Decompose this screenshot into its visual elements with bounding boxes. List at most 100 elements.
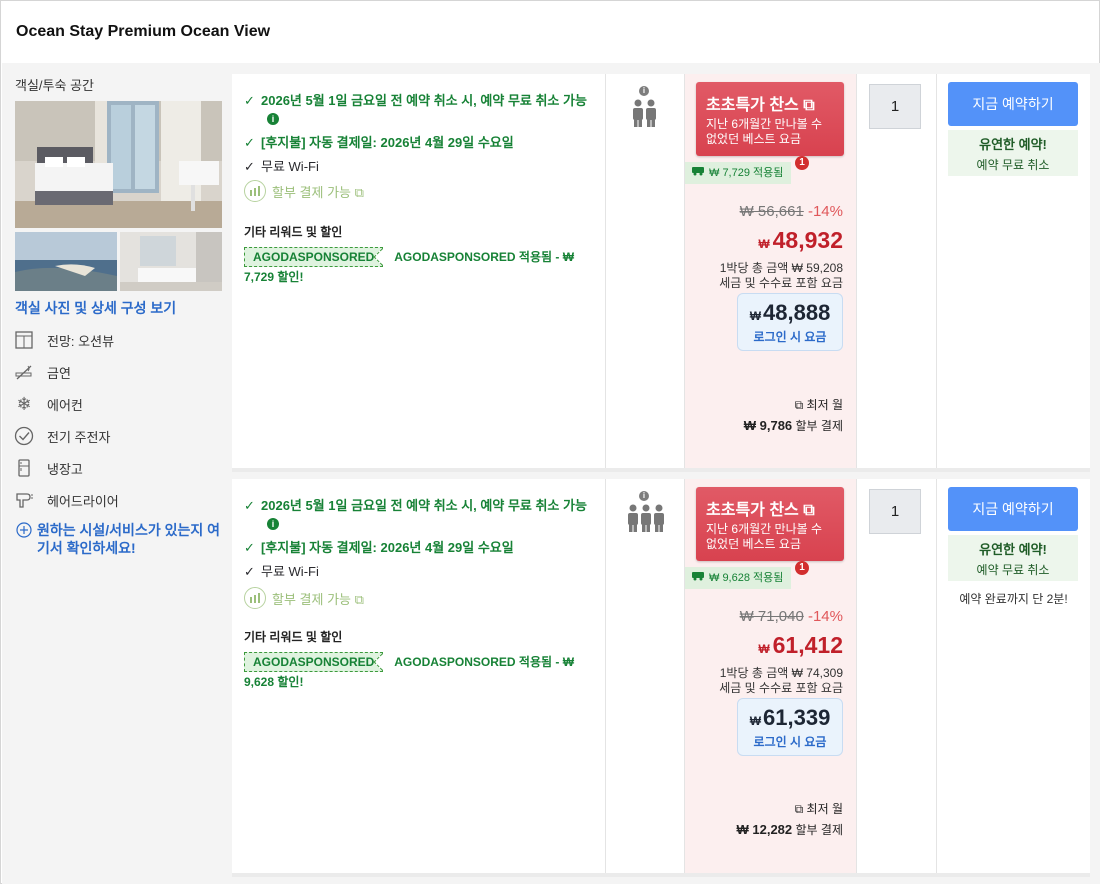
- cancel-policy: ✓ 2026년 5월 1일 금요일 전 예약 취소 시, 예약 무료 취소 가능…: [244, 92, 601, 128]
- check-icon: ✓: [244, 540, 255, 555]
- flexible-booking-box: 유연한 예약! 예약 무료 취소: [948, 535, 1078, 581]
- booking-cell: 지금 예약하기 유연한 예약! 예약 무료 취소 예약 완료까지 단 2분!: [937, 479, 1090, 873]
- deal-badge[interactable]: 초초특가 찬스 ⧉ 지난 6개월간 만나볼 수 없었던 베스트 요금: [696, 82, 844, 156]
- offer-row: ✓ 2026년 5월 1일 금요일 전 예약 취소 시, 예약 무료 취소 가능…: [232, 479, 1090, 873]
- wifi-text: 무료 Wi-Fi: [261, 159, 319, 174]
- flexible-booking-box: 유연한 예약! 예약 무료 취소: [948, 130, 1078, 176]
- monthly-label: ⧉ 최저 월: [794, 802, 843, 816]
- installment-link[interactable]: 할부 결제 가능 ⧉: [244, 587, 364, 609]
- installment-link[interactable]: 할부 결제 가능 ⧉: [244, 180, 364, 202]
- login-price-box[interactable]: ₩61,339 로그인 시 요금: [737, 698, 843, 756]
- coupon-icon: [691, 162, 705, 184]
- per-night-info: 1박당 총 금액 ₩ 74,309 세금 및 수수료 포함 요금: [719, 666, 843, 696]
- deal-subtitle: 지난 6개월간 만나볼 수 없었던 베스트 요금: [706, 522, 823, 551]
- login-price-box[interactable]: ₩48,888 로그인 시 요금: [737, 293, 843, 351]
- book-now-button[interactable]: 지금 예약하기: [948, 487, 1078, 531]
- cancel-policy-text: 2026년 5월 1일 금요일 전 예약 취소 시, 예약 무료 취소 가능: [261, 93, 587, 108]
- discount-applied: ₩ 7,729 적용됨: [685, 162, 792, 184]
- room-title: Ocean Stay Premium Ocean View: [16, 23, 271, 40]
- deal-badge[interactable]: 초초특가 찬스 ⧉ 지난 6개월간 만나볼 수 없었던 베스트 요금: [696, 487, 844, 561]
- strikethrough-price: ₩ 56,661: [739, 203, 804, 220]
- pay-later: ✓ [후지불] 자동 결제일: 2026년 4월 29일 수요일: [244, 134, 514, 152]
- quantity-cell: 1: [857, 479, 937, 873]
- amenity-kettle: 전기 주전자: [14, 426, 110, 446]
- flexible-subtitle: 예약 무료 취소: [976, 563, 1050, 577]
- taxes-note: 세금 및 수수료 포함 요금: [719, 681, 843, 695]
- amenity-view: 전망: 오션뷰: [14, 330, 114, 350]
- occupancy-icon: [632, 98, 658, 128]
- login-price: ₩61,339: [738, 705, 842, 731]
- info-icon[interactable]: i: [639, 86, 649, 96]
- deal-title: 초초특가 찬스 ⧉: [706, 502, 815, 519]
- info-icon[interactable]: i: [639, 491, 649, 501]
- deal-title: 초초특가 찬스 ⧉: [706, 97, 815, 114]
- occupancy-cell: i: [606, 74, 685, 468]
- fridge-icon: [14, 458, 34, 478]
- monthly-label: ⧉ 최저 월: [794, 398, 843, 412]
- flexible-title: 유연한 예약!: [979, 137, 1047, 152]
- check-icon: ✓: [244, 564, 255, 579]
- promo: AGODASPONSORED AGODASPONSORED 적용됨 - ₩ 7,…: [244, 247, 589, 287]
- discount-applied: ₩ 9,628 적용됨: [685, 567, 792, 589]
- discount-percent: -14%: [807, 203, 843, 220]
- cancel-policy-text: 2026년 5월 1일 금요일 전 예약 취소 시, 예약 무료 취소 가능: [261, 498, 587, 513]
- check-icon: ✓: [244, 498, 255, 513]
- window-icon: [14, 330, 34, 350]
- final-price: ₩48,932: [758, 227, 843, 254]
- facility-check-link[interactable]: 원하는 시설/서비스가 있는지 여기서 확인하세요!: [16, 521, 227, 557]
- amenity-label: 냉장고: [47, 461, 83, 477]
- info-icon[interactable]: i: [267, 113, 279, 125]
- room-photo-main[interactable]: [15, 101, 222, 228]
- quantity-cell: 1: [857, 74, 937, 468]
- taxes-note: 세금 및 수수료 포함 요금: [719, 276, 843, 290]
- amenity-no-smoking: 금연: [14, 362, 71, 382]
- price-cell: 초초특가 찬스 ⧉ 지난 6개월간 만나볼 수 없었던 베스트 요금 ₩ 9,6…: [685, 479, 857, 873]
- rewards-heading: 기타 리워드 및 할인: [244, 225, 343, 239]
- amenity-label: 전망: 오션뷰: [47, 333, 115, 349]
- no-smoking-icon: [14, 362, 34, 382]
- final-price: ₩61,412: [758, 632, 843, 659]
- wifi: ✓ 무료 Wi-Fi: [244, 158, 319, 176]
- installment-text: 할부 결제 가능 ⧉: [272, 591, 364, 607]
- login-price-label: 로그인 시 요금: [753, 735, 827, 749]
- offer-conditions: ✓ 2026년 5월 1일 금요일 전 예약 취소 시, 예약 무료 취소 가능…: [232, 479, 606, 873]
- pay-later: ✓ [후지불] 자동 결제일: 2026년 4월 29일 수요일: [244, 539, 514, 557]
- facility-check-text: 원하는 시설/서비스가 있는지 여기서 확인하세요!: [37, 522, 220, 556]
- promo-tag: AGODASPONSORED: [244, 247, 384, 267]
- room-photos-link[interactable]: 객실 사진 및 상세 구성 보기: [15, 298, 176, 318]
- room-info-panel: 객실/투숙 공간 객실 사진 및 상세 구성 보기 전망: 오션뷰 금연 ❄ 에…: [2, 63, 231, 884]
- hairdryer-icon: [14, 490, 34, 510]
- room-quantity-select[interactable]: 1: [869, 489, 921, 534]
- booking-cell: 지금 예약하기 유연한 예약! 예약 무료 취소: [937, 74, 1090, 468]
- kettle-icon: [14, 426, 34, 446]
- room-photo-view[interactable]: [15, 232, 117, 291]
- promo: AGODASPONSORED AGODASPONSORED 적용됨 - ₩ 9,…: [244, 652, 589, 692]
- original-price: ₩ 71,040 -14%: [740, 608, 843, 625]
- installment-icon: [244, 180, 266, 202]
- login-price-value: 61,339: [763, 705, 831, 730]
- amenity-fridge: 냉장고: [14, 458, 83, 478]
- currency-symbol: ₩: [758, 237, 770, 251]
- notification-badge: 1: [795, 156, 809, 170]
- promo-tag: AGODASPONSORED: [244, 652, 384, 672]
- login-price: ₩48,888: [738, 300, 842, 326]
- strikethrough-price: ₩ 71,040: [739, 608, 804, 625]
- monthly-installment[interactable]: ⧉ 최저 월 ₩ 9,786 할부 결제: [744, 396, 843, 434]
- per-night-total: 1박당 총 금액 ₩ 59,208: [719, 261, 843, 275]
- room-quantity-select[interactable]: 1: [869, 84, 921, 129]
- room-card: Ocean Stay Premium Ocean View 객실/투숙 공간 객…: [0, 0, 1100, 884]
- currency-symbol: ₩: [758, 642, 770, 656]
- offer-conditions: ✓ 2026년 5월 1일 금요일 전 예약 취소 시, 예약 무료 취소 가능…: [232, 74, 606, 468]
- rewards-heading: 기타 리워드 및 할인: [244, 630, 343, 644]
- room-photo-bathroom[interactable]: [120, 232, 222, 291]
- info-icon[interactable]: i: [267, 518, 279, 530]
- discount-percent: -14%: [807, 608, 843, 625]
- plus-circle-icon: [16, 522, 32, 557]
- login-price-label: 로그인 시 요금: [753, 330, 827, 344]
- occupancy-cell: i: [606, 479, 685, 873]
- pay-later-text: [후지불] 자동 결제일: 2026년 4월 29일 수요일: [261, 540, 514, 555]
- book-now-button[interactable]: 지금 예약하기: [948, 82, 1078, 126]
- snowflake-icon: ❄: [16, 393, 32, 414]
- monthly-installment[interactable]: ⧉ 최저 월 ₩ 12,282 할부 결제: [737, 800, 844, 838]
- per-night-total: 1박당 총 금액 ₩ 74,309: [719, 666, 843, 680]
